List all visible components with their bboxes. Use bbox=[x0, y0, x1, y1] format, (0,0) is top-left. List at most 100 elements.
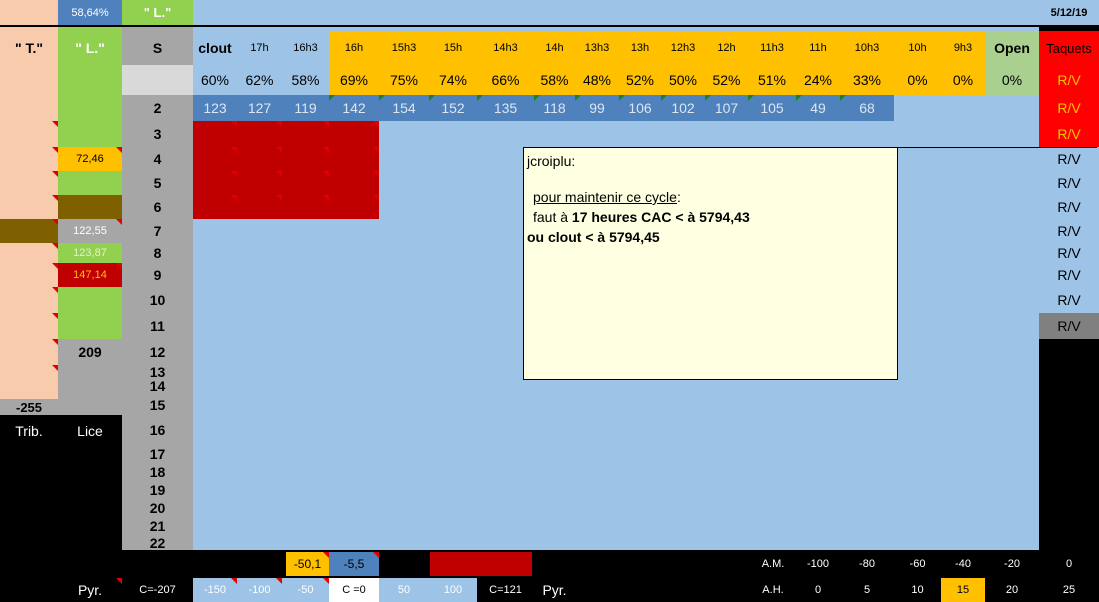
red-block-cell[interactable] bbox=[237, 171, 282, 195]
red-block-cell[interactable] bbox=[237, 121, 282, 147]
lice-brown-cell[interactable] bbox=[58, 195, 122, 219]
lice-value-72[interactable]: 72,46 bbox=[58, 147, 122, 171]
trib-cell-7[interactable] bbox=[0, 287, 58, 313]
top-pct-cell[interactable]: 58,64% bbox=[58, 0, 122, 27]
hour-header-15[interactable]: 10h bbox=[894, 31, 941, 65]
lice-value-123[interactable]: 123,87 bbox=[58, 243, 122, 263]
red-block-cell[interactable] bbox=[282, 147, 329, 171]
s-number-13[interactable]: 13 bbox=[122, 365, 193, 378]
hour-header-9[interactable]: 13h bbox=[619, 31, 661, 65]
percent-cell-17[interactable]: 0% bbox=[985, 65, 1039, 95]
s-number-8[interactable]: 8 bbox=[122, 243, 193, 263]
ah-value-4[interactable]: 20 bbox=[985, 578, 1039, 602]
s-number-19[interactable]: 19 bbox=[122, 481, 193, 499]
top-l-label[interactable]: " L." bbox=[122, 0, 193, 27]
am-value-5[interactable]: 0 bbox=[1039, 552, 1099, 576]
trib-cell-5[interactable] bbox=[0, 243, 58, 263]
hour-header-7[interactable]: 14h bbox=[534, 31, 575, 65]
taquet-rv-9[interactable]: R/V bbox=[1039, 287, 1099, 313]
s-number-11[interactable]: 11 bbox=[122, 313, 193, 339]
hour-header-3[interactable]: 16h bbox=[329, 31, 379, 65]
value-cell-7[interactable]: 118 bbox=[534, 95, 575, 121]
percent-cell-14[interactable]: 33% bbox=[840, 65, 894, 95]
scale-value-1[interactable]: -100 bbox=[237, 578, 282, 602]
taquet-rv-4[interactable]: R/V bbox=[1039, 171, 1099, 195]
trib-cell-8[interactable] bbox=[0, 313, 58, 339]
am-value-2[interactable]: -60 bbox=[894, 552, 941, 576]
hour-header-6[interactable]: 14h3 bbox=[477, 31, 534, 65]
s-number-12[interactable]: 12 bbox=[122, 339, 193, 365]
lice-value-147[interactable]: 147,14 bbox=[58, 263, 122, 287]
hour-header-17[interactable]: Open bbox=[985, 31, 1039, 65]
s-number-14[interactable]: 14 bbox=[122, 378, 193, 394]
percent-cell-16[interactable]: 0% bbox=[941, 65, 985, 95]
ah-value-0[interactable]: 0 bbox=[796, 578, 840, 602]
s-number-3[interactable]: 3 bbox=[122, 121, 193, 147]
trib-cell-3[interactable] bbox=[0, 195, 58, 219]
s-number-21[interactable]: 21 bbox=[122, 517, 193, 535]
red-block-cell[interactable] bbox=[282, 121, 329, 147]
s-number-5[interactable]: 5 bbox=[122, 171, 193, 195]
ah-value-3[interactable]: 15 bbox=[941, 578, 985, 602]
percent-cell-10[interactable]: 50% bbox=[661, 65, 705, 95]
scale-value-0[interactable]: -150 bbox=[193, 578, 237, 602]
value-cell-0[interactable]: 123 bbox=[193, 95, 237, 121]
taquet-rv-5[interactable]: R/V bbox=[1039, 195, 1099, 219]
red-block-cell[interactable] bbox=[282, 171, 329, 195]
percent-cell-15[interactable]: 0% bbox=[894, 65, 941, 95]
ah-value-1[interactable]: 5 bbox=[840, 578, 894, 602]
scale-value-2[interactable]: -50 bbox=[282, 578, 329, 602]
c-121[interactable]: C=121 bbox=[477, 578, 534, 602]
percent-cell-4[interactable]: 75% bbox=[379, 65, 429, 95]
pyr-label-left[interactable]: Pyr. bbox=[58, 578, 122, 602]
trib-cell-2[interactable] bbox=[0, 171, 58, 195]
taquet-rv-0[interactable]: R/V bbox=[1039, 65, 1099, 95]
ah-label[interactable]: A.H. bbox=[750, 578, 796, 602]
taquet-rv-10[interactable]: R/V bbox=[1039, 313, 1099, 339]
lice-value-209[interactable]: 209 bbox=[58, 339, 122, 365]
value-cell-13[interactable]: 49 bbox=[796, 95, 840, 121]
hour-header-8[interactable]: 13h3 bbox=[575, 31, 619, 65]
bottom-value-1[interactable]: -50,1 bbox=[286, 552, 329, 576]
red-block-cell[interactable] bbox=[237, 147, 282, 171]
taquets-header[interactable]: Taquets bbox=[1039, 31, 1099, 65]
s-number-20[interactable]: 20 bbox=[122, 499, 193, 517]
trib-cell-10[interactable] bbox=[0, 365, 58, 399]
value-cell-12[interactable]: 105 bbox=[748, 95, 796, 121]
hour-header-5[interactable]: 15h bbox=[429, 31, 477, 65]
c-minus-207[interactable]: C=-207 bbox=[122, 578, 193, 602]
hour-header-10[interactable]: 12h3 bbox=[661, 31, 705, 65]
lice-label[interactable]: Lice bbox=[58, 419, 122, 443]
percent-cell-2[interactable]: 58% bbox=[282, 65, 329, 95]
taquet-rv-3[interactable]: R/V bbox=[1039, 147, 1099, 171]
value-cell-8[interactable]: 99 bbox=[575, 95, 619, 121]
percent-cell-0[interactable]: 60% bbox=[193, 65, 237, 95]
value-cell-3[interactable]: 142 bbox=[329, 95, 379, 121]
red-block-cell[interactable] bbox=[329, 121, 379, 147]
s-number-9[interactable]: 9 bbox=[122, 263, 193, 287]
value-cell-10[interactable]: 102 bbox=[661, 95, 705, 121]
taquet-rv-6[interactable]: R/V bbox=[1039, 219, 1099, 243]
red-block-cell[interactable] bbox=[329, 171, 379, 195]
trib-cell-1[interactable] bbox=[0, 147, 58, 171]
bottom-value-2[interactable]: -5,5 bbox=[329, 552, 379, 576]
red-block-cell[interactable] bbox=[282, 195, 329, 219]
red-block-cell[interactable] bbox=[193, 147, 237, 171]
lice-value-122[interactable]: 122,55 bbox=[58, 219, 122, 243]
trib-label[interactable]: Trib. bbox=[0, 419, 58, 443]
s-number-17[interactable]: 17 bbox=[122, 445, 193, 463]
t-header[interactable]: " T." bbox=[0, 31, 58, 65]
s-number-22[interactable]: 22 bbox=[122, 535, 193, 550]
scale-value-3[interactable]: C =0 bbox=[329, 578, 379, 602]
value-cell-5[interactable]: 152 bbox=[429, 95, 477, 121]
hour-header-12[interactable]: 11h3 bbox=[748, 31, 796, 65]
hour-header-14[interactable]: 10h3 bbox=[840, 31, 894, 65]
s-number-7[interactable]: 7 bbox=[122, 219, 193, 243]
red-block-cell[interactable] bbox=[193, 121, 237, 147]
taquet-rv-7[interactable]: R/V bbox=[1039, 243, 1099, 263]
l-header[interactable]: " L." bbox=[58, 31, 122, 65]
percent-cell-7[interactable]: 58% bbox=[534, 65, 575, 95]
percent-cell-8[interactable]: 48% bbox=[575, 65, 619, 95]
am-value-0[interactable]: -100 bbox=[796, 552, 840, 576]
percent-cell-6[interactable]: 66% bbox=[477, 65, 534, 95]
